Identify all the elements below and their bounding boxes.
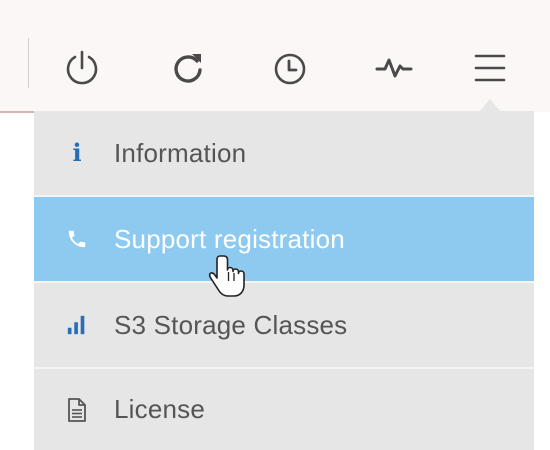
power-icon — [66, 50, 98, 85]
main-menu-button[interactable] — [466, 44, 514, 92]
phone-icon — [66, 226, 88, 252]
refresh-icon — [174, 54, 202, 83]
activity-button[interactable] — [370, 44, 418, 92]
document-icon — [66, 397, 88, 423]
bar-chart-icon — [66, 312, 88, 338]
power-button[interactable] — [58, 44, 106, 92]
clock-icon — [274, 53, 306, 85]
menu-icon — [474, 54, 506, 82]
history-button[interactable] — [266, 44, 314, 92]
active-tab-underline — [0, 111, 34, 113]
dropdown-menu: i Information Support registration S3 St… — [34, 111, 534, 450]
menu-item-support-registration[interactable]: Support registration — [34, 197, 534, 281]
menu-item-s3-storage-classes[interactable]: S3 Storage Classes — [34, 283, 534, 367]
menu-item-license[interactable]: License — [34, 369, 534, 450]
menu-item-information[interactable]: i Information — [34, 111, 534, 195]
dropdown-caret — [480, 99, 500, 111]
menu-item-label: Support registration — [114, 223, 345, 254]
menu-item-label: License — [114, 394, 206, 424]
refresh-button[interactable] — [164, 44, 212, 92]
top-toolbar — [0, 0, 550, 112]
menu-item-label: Information — [114, 137, 247, 168]
activity-icon — [375, 58, 413, 78]
info-icon: i — [72, 138, 82, 167]
menu-item-label: S3 Storage Classes — [114, 309, 348, 340]
toolbar-divider — [28, 38, 29, 88]
